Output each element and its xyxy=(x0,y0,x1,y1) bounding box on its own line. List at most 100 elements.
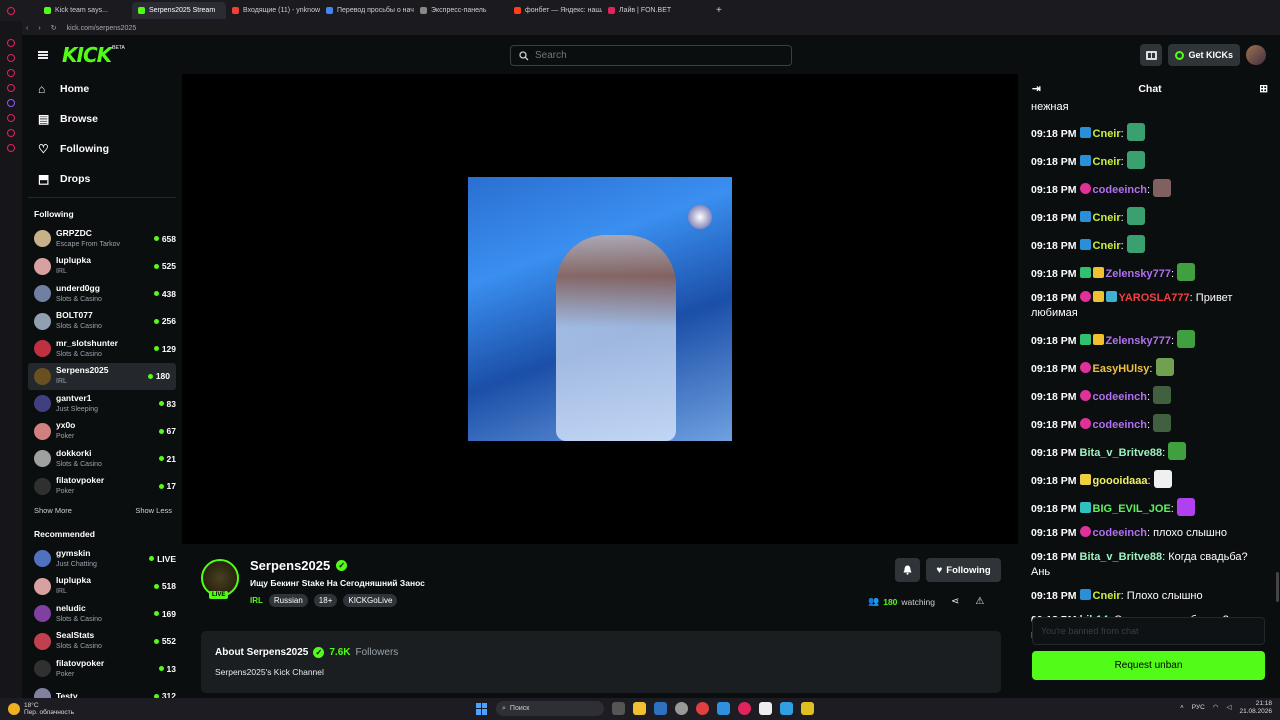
search-box[interactable] xyxy=(510,45,792,66)
browser-tab[interactable]: Входящие (11) - ynknown xyxy=(226,2,320,19)
nav-item-browse[interactable]: ▤ Browse xyxy=(22,104,182,134)
streamer-name[interactable]: Serpens2025 xyxy=(250,558,330,573)
chat-scrollbar[interactable] xyxy=(1276,572,1279,602)
menu-icon[interactable] xyxy=(38,50,48,59)
stream-video[interactable] xyxy=(468,177,732,441)
chat-username[interactable]: Cneir xyxy=(1093,128,1121,140)
new-tab-button[interactable]: + xyxy=(716,5,722,16)
wifi-icon[interactable]: ◠ xyxy=(1213,704,1219,712)
follow-button[interactable]: ♥ Following xyxy=(926,558,1001,582)
chat-username[interactable]: Cneir xyxy=(1093,156,1121,168)
vscode-icon[interactable] xyxy=(717,702,730,715)
channel-item[interactable]: underd0gg Slots & Casino 438 xyxy=(22,280,182,308)
request-unban-button[interactable]: Request unban xyxy=(1032,651,1265,680)
browser-tab[interactable]: Экспресс-панель xyxy=(414,2,508,19)
task-view-icon[interactable] xyxy=(612,702,625,715)
sidebar-app-icon[interactable] xyxy=(7,129,15,137)
user-avatar[interactable] xyxy=(1246,45,1266,65)
weather-widget[interactable]: 18°C Пер. облачность xyxy=(0,702,200,716)
clock[interactable]: 21:18 21.08.2026 xyxy=(1239,700,1272,716)
channel-item[interactable]: luplupka IRL 525 xyxy=(22,253,182,281)
nav-item-drops[interactable]: ⬒ Drops xyxy=(22,164,182,194)
channel-item[interactable]: BOLT077 Slots & Casino 256 xyxy=(22,308,182,336)
volume-icon[interactable]: ◁ xyxy=(1226,704,1231,712)
browser-tab[interactable]: фонбет — Яндекс: нашлос xyxy=(508,2,602,19)
chat-username[interactable]: BIG_EVIL_JOE xyxy=(1093,503,1171,515)
sidebar-app-icon[interactable] xyxy=(7,39,15,47)
browser-tab[interactable]: Лайв | FON.BET xyxy=(602,2,696,19)
reload-icon[interactable]: ↻ xyxy=(51,24,57,32)
report-icon[interactable]: ⚠ xyxy=(975,596,984,607)
chat-users-icon[interactable]: ⊞ xyxy=(1259,83,1268,95)
explorer-icon[interactable] xyxy=(633,702,646,715)
language-indicator[interactable]: РУС xyxy=(1192,704,1205,712)
channel-item[interactable]: filatovpoker Poker 17 xyxy=(22,473,182,501)
show-less-link[interactable]: Show Less xyxy=(135,506,172,515)
chat-username[interactable]: YAROSLA777 xyxy=(1119,292,1190,304)
app-icon[interactable] xyxy=(801,702,814,715)
opera-logo-icon[interactable] xyxy=(0,6,22,15)
search-input[interactable] xyxy=(535,50,775,61)
chat-username[interactable]: Bita_v_Britve88 xyxy=(1080,551,1163,563)
category-link[interactable]: IRL xyxy=(250,596,263,605)
stream-tag[interactable]: Russian xyxy=(268,594,308,607)
chat-username[interactable]: codeeinch xyxy=(1093,419,1147,431)
sidebar-app-icon[interactable] xyxy=(7,84,15,92)
channel-item[interactable]: mr_slotshunter Slots & Casino 129 xyxy=(22,335,182,363)
sidebar-app-icon[interactable] xyxy=(7,144,15,152)
app-icon[interactable] xyxy=(759,702,772,715)
nav-item-home[interactable]: ⌂ Home xyxy=(22,74,182,104)
chat-username[interactable]: Cneir xyxy=(1093,240,1121,252)
chat-username[interactable]: goooidaaa xyxy=(1093,475,1148,487)
chat-username[interactable]: codeeinch xyxy=(1093,527,1147,539)
sidebar-app-icon[interactable] xyxy=(7,69,15,77)
chat-username[interactable]: Cneir xyxy=(1093,590,1121,602)
sidebar-app-icon[interactable] xyxy=(7,99,15,107)
stream-tag[interactable]: 18+ xyxy=(313,594,338,607)
store-icon[interactable] xyxy=(654,702,667,715)
nav-item-following[interactable]: ♡ Following xyxy=(22,134,182,164)
channel-item[interactable]: Testy 312 xyxy=(22,683,182,698)
windows-start-icon[interactable] xyxy=(476,702,488,715)
forward-icon[interactable]: › xyxy=(38,25,40,32)
yandex-icon[interactable] xyxy=(696,702,709,715)
library-button[interactable] xyxy=(1140,44,1163,66)
channel-item[interactable]: dokkorki Slots & Casino 21 xyxy=(22,445,182,473)
notifications-button[interactable] xyxy=(895,558,920,582)
chrome-icon[interactable] xyxy=(675,702,688,715)
chat-username[interactable]: Zelensky777 xyxy=(1106,335,1171,347)
tray-chevron-icon[interactable]: ˄ xyxy=(1180,704,1184,712)
url-field[interactable]: kick.com/serpens2025 xyxy=(67,25,137,32)
browser-tab[interactable]: Serpens2025 Stream xyxy=(132,2,226,19)
stream-tag[interactable]: KICKGoLive xyxy=(343,594,398,607)
chat-username[interactable]: Cneir xyxy=(1093,212,1121,224)
channel-item[interactable]: yx0o Poker 67 xyxy=(22,418,182,446)
opera-icon[interactable] xyxy=(738,702,751,715)
channel-item[interactable]: GRPZDC Escape From Tarkov 658 xyxy=(22,225,182,253)
channel-item[interactable]: neludic Slots & Casino 169 xyxy=(22,600,182,628)
chat-username[interactable]: codeeinch xyxy=(1093,184,1147,196)
telegram-icon[interactable] xyxy=(780,702,793,715)
channel-item[interactable]: SealStats Slots & Casino 552 xyxy=(22,628,182,656)
channel-item[interactable]: gantver1 Just Sleeping 83 xyxy=(22,390,182,418)
sidebar-app-icon[interactable] xyxy=(7,54,15,62)
chat-username[interactable]: Zelensky777 xyxy=(1106,268,1171,280)
chat-username[interactable]: EasyHUlsy xyxy=(1093,363,1150,375)
browser-tab[interactable]: Kick team says... xyxy=(38,2,132,19)
chat-username[interactable]: Bita_v_Britve88 xyxy=(1080,447,1163,459)
kick-logo[interactable]: KICK xyxy=(62,43,112,67)
channel-item[interactable]: Serpens2025 IRL 180 xyxy=(28,362,176,390)
channel-item[interactable]: filatovpoker Poker 13 xyxy=(22,655,182,683)
show-more-link[interactable]: Show More xyxy=(34,506,72,515)
collapse-chat-icon[interactable]: ⇥ xyxy=(1032,83,1041,95)
chat-username[interactable]: codeeinch xyxy=(1093,391,1147,403)
chat-input[interactable]: You're banned from chat xyxy=(1032,617,1265,645)
share-icon[interactable]: ⋖ xyxy=(951,596,959,607)
browser-tab[interactable]: Перевод просьбы о начис xyxy=(320,2,414,19)
video-player[interactable] xyxy=(182,74,1018,544)
sidebar-app-icon[interactable] xyxy=(7,114,15,122)
back-icon[interactable]: ‹ xyxy=(26,25,28,32)
get-kicks-button[interactable]: Get KICKs xyxy=(1168,44,1240,66)
channel-item[interactable]: luplupka IRL 518 xyxy=(22,573,182,601)
taskbar-search[interactable]: ⌕ Поиск xyxy=(496,701,604,716)
